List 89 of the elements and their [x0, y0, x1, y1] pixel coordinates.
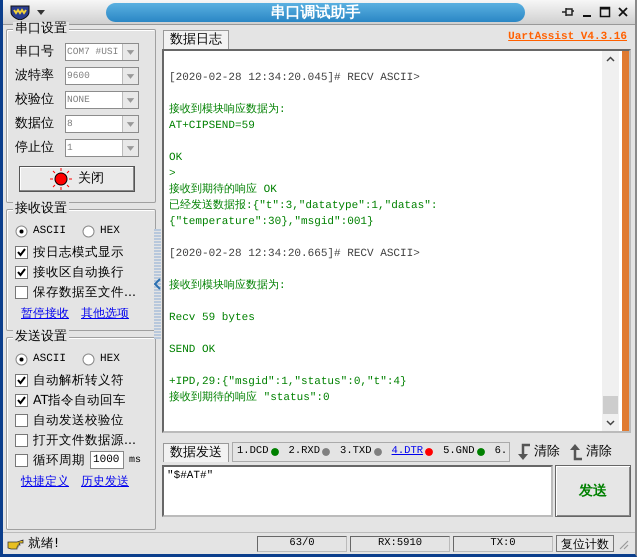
- log-line: 接收到模块响应数据为:: [169, 102, 287, 118]
- checkbox[interactable]: [15, 246, 28, 258]
- send-button[interactable]: 发送: [555, 465, 631, 517]
- hand-icon: [7, 536, 25, 550]
- checkbox-label: 自动发送校验位: [33, 410, 124, 429]
- log-line: 接收到期待的响应 "status":0: [169, 390, 331, 406]
- pin-label: 2.RXD: [288, 444, 320, 460]
- radio-icon[interactable]: [82, 352, 96, 366]
- group-title: 串口设置: [13, 22, 69, 36]
- scroll-thumb[interactable]: [603, 396, 618, 414]
- clear-button[interactable]: 清除: [565, 442, 614, 462]
- field-label: 波特率: [15, 67, 55, 86]
- checkbox-label: 循环周期: [33, 450, 85, 469]
- checkbox[interactable]: [15, 394, 28, 406]
- radio-icon[interactable]: [15, 224, 28, 238]
- app-icon: [9, 4, 31, 20]
- pin-label: 5.GND: [443, 444, 475, 460]
- tab[interactable]: 数据发送: [163, 442, 229, 462]
- dropdown[interactable]: COM7 #USI: [65, 43, 139, 61]
- link[interactable]: 其他选项: [81, 304, 129, 322]
- pin-icon[interactable]: [561, 6, 575, 18]
- link[interactable]: 暂停接收: [21, 304, 69, 322]
- log-line: OK: [169, 151, 184, 166]
- checkbox-label: 按日志模式显示: [33, 242, 124, 261]
- tab[interactable]: 数据日志: [163, 30, 229, 49]
- reset-counter-button[interactable]: 复位计数: [556, 535, 614, 552]
- log-line: [2020-02-28 12:34:20.045]# RECV ASCII>: [169, 71, 421, 86]
- checkbox[interactable]: [15, 286, 28, 298]
- log-line: Recv 59 bytes: [169, 311, 256, 326]
- unit-label: ms: [129, 454, 142, 468]
- log-line: 已经发送数据报:{"t":3,"datatype":1,"datas":: [169, 198, 438, 214]
- checkbox[interactable]: [15, 414, 28, 426]
- link[interactable]: 历史发送: [81, 472, 129, 490]
- checkbox-label: 自动解析转义符: [33, 370, 124, 389]
- log-line: 接收到模块响应数据为:: [169, 278, 287, 294]
- log-line: [2020-02-28 12:34:20.665]# RECV ASCII>: [169, 247, 421, 262]
- field-label: 停止位: [15, 139, 55, 158]
- log-line: +IPD,29:{"msgid":1,"status":0,"t":4}: [169, 375, 408, 390]
- dropdown[interactable]: NONE: [65, 91, 139, 109]
- log-line: AT+CIPSEND=59: [169, 119, 256, 134]
- checkbox[interactable]: [15, 266, 28, 278]
- log-line: 接收到期待的响应 OK: [169, 182, 278, 198]
- checkbox-label: 打开文件数据源...: [33, 430, 136, 449]
- collapse-icon: [154, 278, 161, 290]
- arrow-down-left-icon: [515, 443, 531, 461]
- group-title: 接收设置: [13, 202, 69, 216]
- link[interactable]: 快捷定义: [21, 472, 69, 490]
- pin-link[interactable]: 4.DTR: [392, 444, 424, 460]
- group-title: 发送设置: [13, 330, 69, 344]
- send-input[interactable]: "$#AT#": [162, 465, 553, 517]
- checkbox[interactable]: [15, 434, 28, 446]
- caret-icon[interactable]: [37, 10, 45, 14]
- status-count: TX:0: [453, 536, 553, 552]
- clear-button[interactable]: 清除: [513, 442, 562, 462]
- arrow-up-icon: [567, 443, 583, 461]
- dropdown[interactable]: 1: [65, 139, 139, 157]
- pin-label: 3.TXD: [340, 444, 372, 460]
- log-line: SEND OK: [169, 343, 216, 358]
- field-label: 串口号: [15, 43, 55, 62]
- splitter-handle[interactable]: [154, 229, 161, 339]
- radio-icon[interactable]: [82, 224, 96, 238]
- pin-label: 6.: [494, 444, 508, 460]
- radio-option[interactable]: HEX: [82, 350, 120, 368]
- period-input[interactable]: 1000: [90, 451, 124, 469]
- checkbox[interactable]: [15, 374, 28, 386]
- scrollbar[interactable]: [602, 51, 619, 431]
- radio-option[interactable]: HEX: [82, 222, 120, 240]
- port-toggle-button[interactable]: 关闭: [19, 166, 135, 192]
- radio-icon[interactable]: [15, 352, 28, 366]
- dropdown[interactable]: 8: [65, 115, 139, 133]
- status-count: RX:5910: [350, 536, 450, 552]
- resize-grip-icon: [617, 538, 629, 550]
- checkbox-label: 保存数据至文件...: [33, 282, 136, 301]
- radio-option[interactable]: ASCII: [15, 350, 66, 368]
- pin-label: 1.DCD: [237, 444, 269, 460]
- checkbox-label: AT指令自动回车: [33, 390, 126, 409]
- field-label: 数据位: [15, 115, 55, 134]
- checkbox[interactable]: [15, 454, 28, 466]
- close-icon[interactable]: [617, 6, 629, 18]
- maximize-icon[interactable]: [599, 6, 611, 18]
- dropdown[interactable]: 9600: [65, 67, 139, 85]
- checkbox-label: 接收区自动换行: [33, 262, 124, 281]
- status-message: 就绪!: [28, 534, 60, 552]
- radio-option[interactable]: ASCII: [15, 222, 66, 240]
- window-title: 串口调试助手: [270, 2, 360, 23]
- status-count: 63/0: [257, 536, 347, 552]
- log-line: {"temperature":30},"msgid":001}: [169, 215, 375, 230]
- log-line: >: [169, 167, 177, 182]
- field-label: 校验位: [15, 91, 55, 110]
